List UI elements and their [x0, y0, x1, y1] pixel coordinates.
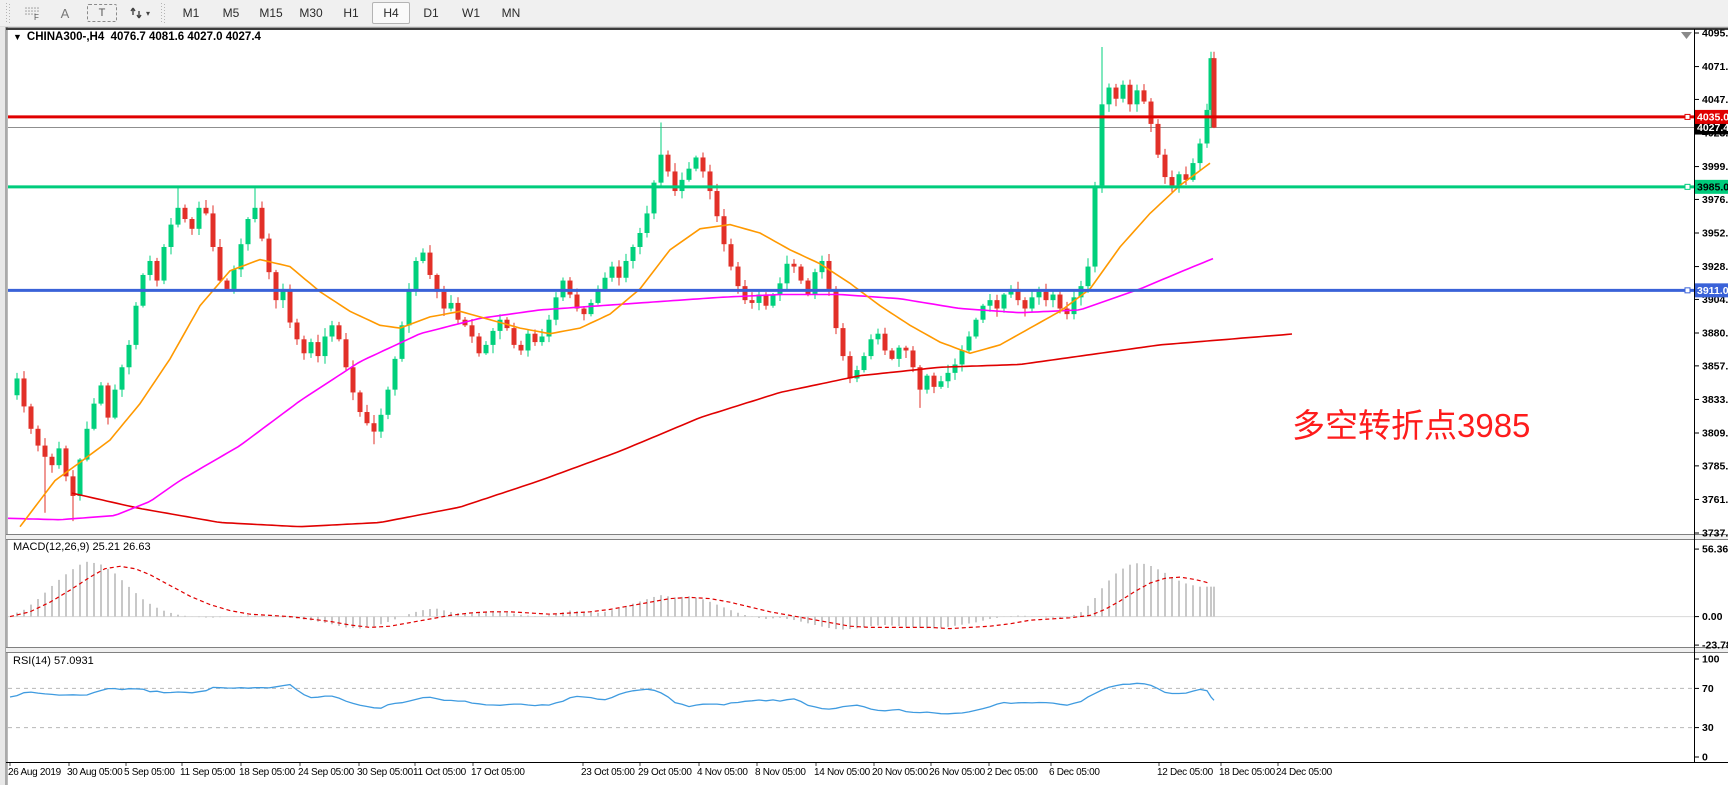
svg-text:3833.0: 3833.0: [1702, 394, 1728, 406]
svg-text:4 Nov 05:00: 4 Nov 05:00: [697, 767, 748, 778]
timeframe-m1[interactable]: M1: [172, 2, 210, 24]
svg-text:3976.0: 3976.0: [1702, 194, 1728, 206]
svg-text:3809.0: 3809.0: [1702, 428, 1728, 440]
svg-text:23 Oct 05:00: 23 Oct 05:00: [581, 767, 635, 778]
symbol-name: CHINA300-,H4: [27, 31, 104, 43]
svg-text:-23.78: -23.78: [1702, 640, 1728, 652]
svg-text:20 Nov 05:00: 20 Nov 05:00: [872, 767, 929, 778]
svg-text:3880.5: 3880.5: [1702, 328, 1728, 340]
rsi-label: RSI(14) 57.0931: [13, 655, 94, 667]
svg-text:4095.0: 4095.0: [1702, 28, 1728, 40]
svg-text:3999.5: 3999.5: [1702, 161, 1728, 173]
svg-text:70: 70: [1702, 683, 1714, 695]
svg-text:17 Oct 05:00: 17 Oct 05:00: [471, 767, 525, 778]
symbol-ohlc: 4076.7 4081.6 4027.0 4027.4: [111, 31, 261, 43]
svg-text:3928.0: 3928.0: [1702, 261, 1728, 273]
svg-text:30 Sep 05:00: 30 Sep 05:00: [357, 767, 414, 778]
toolbar-grip[interactable]: [6, 3, 11, 23]
timeframe-h4[interactable]: H4: [372, 2, 410, 24]
timeframe-m5[interactable]: M5: [212, 2, 250, 24]
svg-text:5 Sep 05:00: 5 Sep 05:00: [124, 767, 175, 778]
svg-text:3952.0: 3952.0: [1702, 228, 1728, 240]
svg-text:24 Sep 05:00: 24 Sep 05:00: [298, 767, 355, 778]
svg-text:0: 0: [1702, 752, 1708, 764]
cursor-tool-button[interactable]: ▾: [124, 2, 155, 24]
svg-text:0.00: 0.00: [1702, 611, 1723, 623]
hline-handle[interactable]: [1685, 114, 1690, 119]
timeframe-w1[interactable]: W1: [452, 2, 490, 24]
mt4-chart-window: F A T ▾ M1M5M15M30H1H4D1W1MN 4095.0 4071.…: [0, 0, 1728, 785]
svg-text:3785.5: 3785.5: [1702, 460, 1728, 472]
svg-text:100: 100: [1702, 654, 1720, 666]
toolbar-grip-2[interactable]: [161, 3, 166, 23]
svg-text:6 Dec 05:00: 6 Dec 05:00: [1049, 767, 1100, 778]
timeframe-h1[interactable]: H1: [332, 2, 370, 24]
svg-text:18 Sep 05:00: 18 Sep 05:00: [239, 767, 296, 778]
svg-text:8 Nov 05:00: 8 Nov 05:00: [755, 767, 806, 778]
svg-text:11 Oct 05:00: 11 Oct 05:00: [413, 767, 467, 778]
svg-text:F: F: [34, 13, 39, 21]
svg-text:3857.0: 3857.0: [1702, 360, 1728, 372]
hline-handle[interactable]: [1685, 288, 1690, 293]
text-annotation[interactable]: 多空转折点3985: [1292, 399, 1530, 447]
symbol-header[interactable]: ▼ CHINA300-,H4 4076.7 4081.6 4027.0 4027.…: [13, 31, 261, 43]
svg-text:30: 30: [1702, 722, 1714, 734]
timeframe-group: M1M5M15M30H1H4D1W1MN: [172, 2, 530, 24]
font-button[interactable]: A: [50, 2, 80, 24]
timeframe-mn[interactable]: MN: [492, 2, 530, 24]
timeframe-d1[interactable]: D1: [412, 2, 450, 24]
svg-text:3737.5: 3737.5: [1702, 528, 1728, 540]
timeframe-m15[interactable]: M15: [252, 2, 290, 24]
svg-text:26 Aug 2019: 26 Aug 2019: [8, 767, 62, 778]
svg-text:3985.0: 3985.0: [1697, 181, 1728, 193]
grid-f-button[interactable]: F: [17, 2, 47, 24]
svg-text:4047.5: 4047.5: [1702, 94, 1728, 106]
hline-handle[interactable]: [1685, 184, 1690, 189]
svg-text:29 Oct 05:00: 29 Oct 05:00: [638, 767, 692, 778]
text-label-button[interactable]: T: [87, 4, 117, 22]
symbol-dropdown-icon[interactable]: ▼: [13, 32, 22, 42]
dropdown-caret-icon: ▾: [146, 9, 150, 18]
svg-text:56.36: 56.36: [1702, 544, 1728, 556]
svg-text:26 Nov 05:00: 26 Nov 05:00: [929, 767, 986, 778]
svg-text:3761.5: 3761.5: [1702, 494, 1728, 506]
svg-text:4071.0: 4071.0: [1702, 61, 1728, 73]
double-arrow-icon: [129, 6, 143, 20]
svg-text:11 Sep 05:00: 11 Sep 05:00: [180, 767, 236, 778]
svg-text:30 Aug 05:00: 30 Aug 05:00: [67, 767, 123, 778]
svg-text:3911.0: 3911.0: [1697, 285, 1728, 297]
toolbar: F A T ▾ M1M5M15M30H1H4D1W1MN: [0, 0, 1728, 27]
macd-label: MACD(12,26,9) 25.21 26.63: [13, 541, 151, 553]
svg-text:4035.0: 4035.0: [1697, 111, 1728, 123]
grid-f-icon: F: [24, 5, 41, 21]
timeframe-m30[interactable]: M30: [292, 2, 330, 24]
svg-text:2 Dec 05:00: 2 Dec 05:00: [987, 767, 1038, 778]
svg-text:18 Dec 05:00: 18 Dec 05:00: [1219, 767, 1276, 778]
svg-text:12 Dec 05:00: 12 Dec 05:00: [1157, 767, 1214, 778]
time-axis: 26 Aug 2019 30 Aug 05:005 Sep 05:00 11 Sep…: [8, 763, 1333, 778]
svg-text:24 Dec 05:00: 24 Dec 05:00: [1276, 767, 1333, 778]
svg-text:14 Nov 05:00: 14 Nov 05:00: [814, 767, 871, 778]
